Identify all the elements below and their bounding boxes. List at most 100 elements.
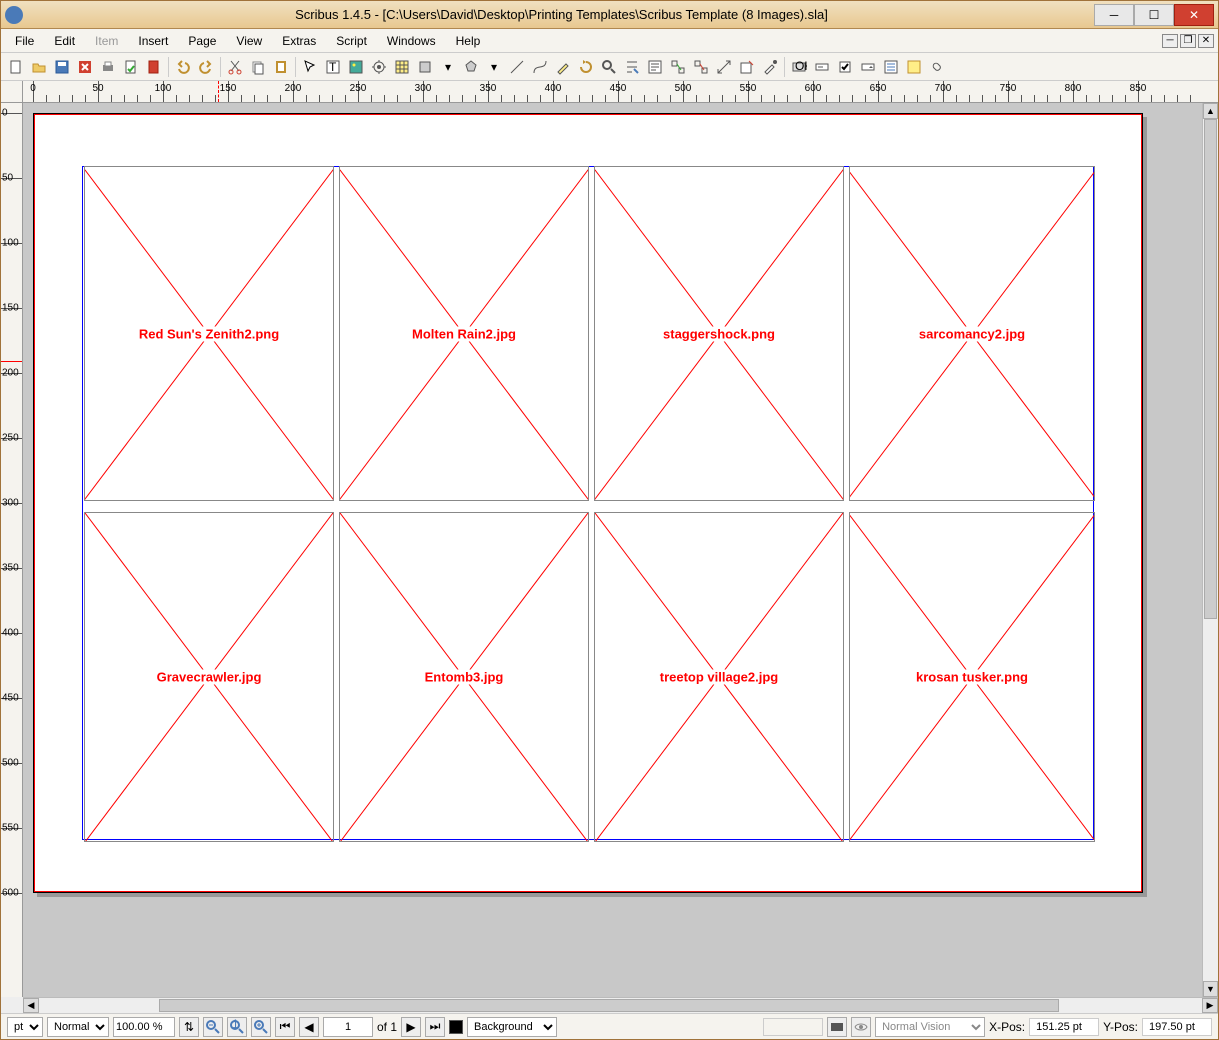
- pdf-listbox-icon[interactable]: [880, 56, 902, 78]
- rotate-icon[interactable]: [575, 56, 597, 78]
- menu-page[interactable]: Page: [178, 31, 226, 51]
- image-frame[interactable]: staggershock.png: [594, 166, 844, 501]
- page-input[interactable]: [323, 1017, 373, 1037]
- image-frame[interactable]: sarcomancy2.jpg: [849, 166, 1095, 501]
- zoom-input[interactable]: [113, 1017, 175, 1037]
- pdf-annotation-icon[interactable]: [903, 56, 925, 78]
- app-icon: [5, 6, 23, 24]
- zoom-reset-icon[interactable]: 1: [227, 1017, 247, 1037]
- table-icon[interactable]: [391, 56, 413, 78]
- shape-icon[interactable]: [414, 56, 436, 78]
- mdi-restore-button[interactable]: ❐: [1180, 34, 1196, 48]
- scroll-up-button[interactable]: ▲: [1203, 103, 1218, 119]
- menu-item[interactable]: Item: [85, 31, 128, 51]
- pdf-link-icon[interactable]: [926, 56, 948, 78]
- zoom-spin-icon[interactable]: ⇅: [179, 1017, 199, 1037]
- svg-text:T: T: [329, 60, 337, 74]
- canvas-area[interactable]: Red Sun's Zenith2.png Molten Rain2.jpg s…: [23, 103, 1202, 997]
- maximize-button[interactable]: ☐: [1134, 4, 1174, 26]
- bezier-icon[interactable]: [529, 56, 551, 78]
- undo-icon[interactable]: [172, 56, 194, 78]
- freehand-icon[interactable]: [552, 56, 574, 78]
- image-frame[interactable]: Gravecrawler.jpg: [84, 512, 334, 842]
- frame-label: treetop village2.jpg: [658, 670, 780, 685]
- print-icon[interactable]: [97, 56, 119, 78]
- line-icon[interactable]: [506, 56, 528, 78]
- pdf-button-icon[interactable]: OK: [788, 56, 810, 78]
- edit-contents-icon[interactable]: [621, 56, 643, 78]
- layer-select[interactable]: Background: [467, 1017, 557, 1037]
- redo-icon[interactable]: [195, 56, 217, 78]
- unit-select[interactable]: pt: [7, 1017, 43, 1037]
- ypos-label: Y-Pos:: [1103, 1020, 1138, 1034]
- prev-page-icon[interactable]: ◀: [299, 1017, 319, 1037]
- copy-icon[interactable]: [247, 56, 269, 78]
- select-icon[interactable]: [299, 56, 321, 78]
- menu-file[interactable]: File: [5, 31, 44, 51]
- menu-insert[interactable]: Insert: [128, 31, 178, 51]
- story-editor-icon[interactable]: [644, 56, 666, 78]
- menu-extras[interactable]: Extras: [272, 31, 326, 51]
- horizontal-ruler[interactable]: 0501001502002503003504004505005506006507…: [23, 81, 1218, 103]
- save-icon[interactable]: [51, 56, 73, 78]
- mdi-minimize-button[interactable]: ─: [1162, 34, 1178, 48]
- menu-view[interactable]: View: [226, 31, 272, 51]
- scroll-down-button[interactable]: ▼: [1203, 981, 1218, 997]
- pdf-checkbox-icon[interactable]: [834, 56, 856, 78]
- menu-windows[interactable]: Windows: [377, 31, 446, 51]
- image-frame[interactable]: krosan tusker.png: [849, 512, 1095, 842]
- image-frame[interactable]: treetop village2.jpg: [594, 512, 844, 842]
- page[interactable]: Red Sun's Zenith2.png Molten Rain2.jpg s…: [33, 113, 1143, 893]
- eyedropper-icon[interactable]: [759, 56, 781, 78]
- polygon-dropdown-icon[interactable]: ▾: [483, 56, 505, 78]
- copy-props-icon[interactable]: [736, 56, 758, 78]
- horizontal-scrollbar[interactable]: ◀ ▶: [23, 997, 1218, 1013]
- close-button[interactable]: ✕: [1174, 4, 1214, 26]
- menu-script[interactable]: Script: [326, 31, 377, 51]
- image-frame[interactable]: Red Sun's Zenith2.png: [84, 166, 334, 501]
- scroll-thumb[interactable]: [159, 999, 1059, 1012]
- vertical-ruler[interactable]: 050100150200250300350400450500550600: [1, 103, 23, 997]
- image-frame[interactable]: Molten Rain2.jpg: [339, 166, 589, 501]
- pdf-icon[interactable]: [143, 56, 165, 78]
- minimize-button[interactable]: ─: [1094, 4, 1134, 26]
- text-frame-icon[interactable]: T: [322, 56, 344, 78]
- polygon-icon[interactable]: [460, 56, 482, 78]
- frame-label: krosan tusker.png: [914, 670, 1030, 685]
- menu-help[interactable]: Help: [446, 31, 491, 51]
- scroll-thumb[interactable]: [1204, 119, 1217, 619]
- shape-dropdown-icon[interactable]: ▾: [437, 56, 459, 78]
- menu-edit[interactable]: Edit: [44, 31, 85, 51]
- measure-icon[interactable]: [713, 56, 735, 78]
- vision-select[interactable]: Normal Vision: [875, 1017, 985, 1037]
- preview-select[interactable]: Normal: [47, 1017, 109, 1037]
- preview-mode-icon[interactable]: [851, 1017, 871, 1037]
- cut-icon[interactable]: [224, 56, 246, 78]
- next-page-icon[interactable]: ▶: [401, 1017, 421, 1037]
- vertical-scrollbar[interactable]: ▲ ▼: [1202, 103, 1218, 997]
- pdf-textfield-icon[interactable]: [811, 56, 833, 78]
- mdi-close-button[interactable]: ✕: [1198, 34, 1214, 48]
- pdf-combobox-icon[interactable]: [857, 56, 879, 78]
- unlink-frames-icon[interactable]: [690, 56, 712, 78]
- window-title: Scribus 1.4.5 - [C:\Users\David\Desktop\…: [29, 7, 1094, 22]
- link-frames-icon[interactable]: [667, 56, 689, 78]
- open-icon[interactable]: [28, 56, 50, 78]
- zoom-in-icon[interactable]: [251, 1017, 271, 1037]
- first-page-icon[interactable]: ⏮: [275, 1017, 295, 1037]
- preflight-icon[interactable]: [120, 56, 142, 78]
- new-icon[interactable]: [5, 56, 27, 78]
- paste-icon[interactable]: [270, 56, 292, 78]
- zoom-icon[interactable]: [598, 56, 620, 78]
- ruler-corner: [1, 81, 23, 103]
- cms-icon[interactable]: [827, 1017, 847, 1037]
- image-frame-icon[interactable]: [345, 56, 367, 78]
- close-doc-icon[interactable]: [74, 56, 96, 78]
- scroll-right-button[interactable]: ▶: [1202, 998, 1218, 1013]
- menubar: File Edit Item Insert Page View Extras S…: [1, 29, 1218, 53]
- zoom-out-icon[interactable]: [203, 1017, 223, 1037]
- image-frame[interactable]: Entomb3.jpg: [339, 512, 589, 842]
- render-frame-icon[interactable]: [368, 56, 390, 78]
- scroll-left-button[interactable]: ◀: [23, 998, 39, 1013]
- last-page-icon[interactable]: ⏭: [425, 1017, 445, 1037]
